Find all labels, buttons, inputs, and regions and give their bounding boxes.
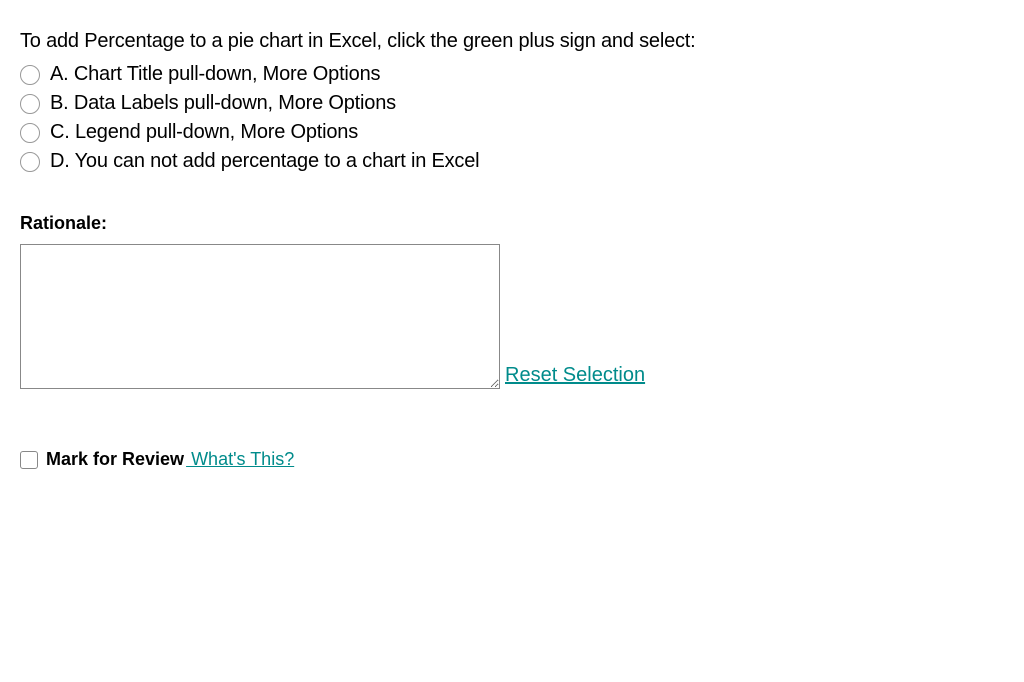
reset-selection-link[interactable]: Reset Selection [505, 364, 645, 387]
option-c[interactable]: C. Legend pull-down, More Options [20, 121, 1004, 144]
mark-for-review-label: Mark for Review [46, 449, 184, 469]
whats-this-link[interactable]: What's This? [186, 449, 294, 469]
option-label: B. Data Labels pull-down, More Options [50, 92, 396, 115]
option-a[interactable]: A. Chart Title pull-down, More Options [20, 63, 1004, 86]
option-label: D. You can not add percentage to a chart… [50, 150, 479, 173]
radio-icon[interactable] [20, 94, 40, 114]
radio-icon[interactable] [20, 65, 40, 85]
radio-icon[interactable] [20, 123, 40, 143]
radio-icon[interactable] [20, 152, 40, 172]
question-prompt: To add Percentage to a pie chart in Exce… [20, 30, 1004, 53]
option-d[interactable]: D. You can not add percentage to a chart… [20, 150, 1004, 173]
mark-for-review-row: Mark for Review What's This? [20, 449, 1004, 470]
options-group: A. Chart Title pull-down, More Options B… [20, 63, 1004, 173]
option-label: C. Legend pull-down, More Options [50, 121, 358, 144]
mark-for-review-checkbox[interactable] [20, 451, 38, 469]
rationale-textarea[interactable] [20, 244, 500, 389]
rationale-row: Reset Selection [20, 244, 1004, 389]
option-label: A. Chart Title pull-down, More Options [50, 63, 380, 86]
rationale-heading: Rationale: [20, 213, 1004, 234]
option-b[interactable]: B. Data Labels pull-down, More Options [20, 92, 1004, 115]
